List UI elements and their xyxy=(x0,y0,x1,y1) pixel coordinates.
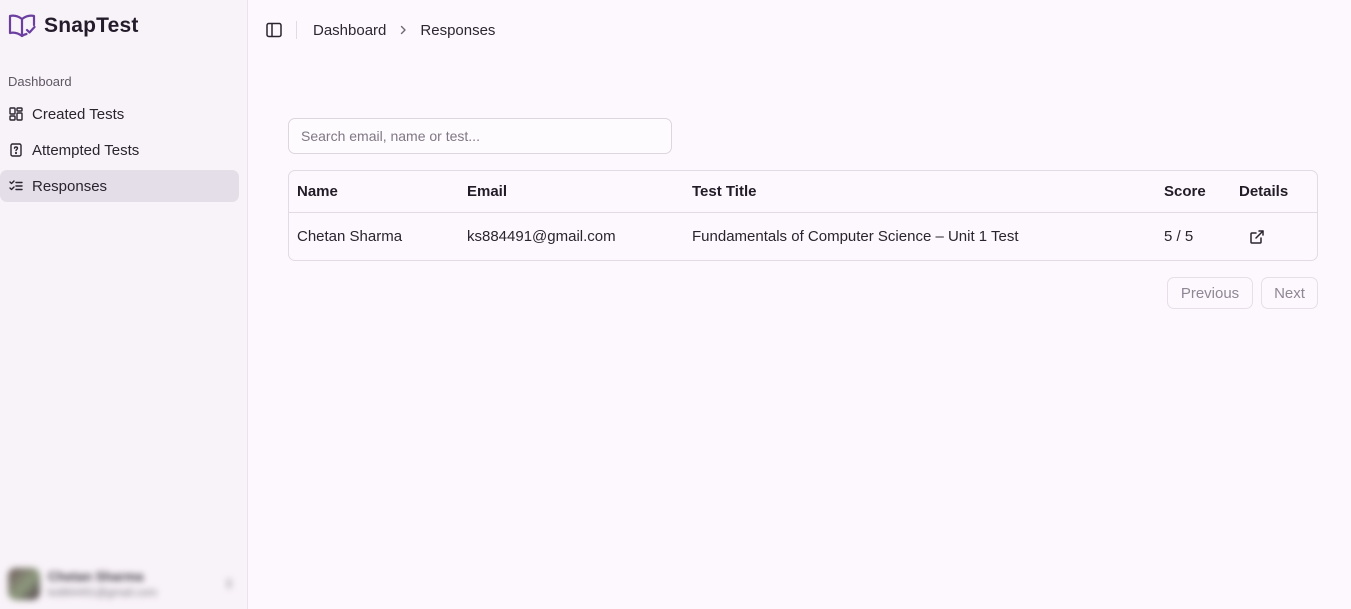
sidebar-toggle-icon[interactable] xyxy=(265,21,283,39)
sidebar-item-label: Created Tests xyxy=(32,105,125,123)
sidebar-section-label: Dashboard xyxy=(8,74,72,89)
breadcrumb-dashboard-link[interactable]: Dashboard xyxy=(313,22,386,39)
app-logo[interactable]: SnapTest xyxy=(8,12,139,40)
app-name: SnapTest xyxy=(44,14,139,37)
cell-score: 5 / 5 xyxy=(1164,227,1194,245)
sidebar-item-created-tests[interactable]: Created Tests xyxy=(0,98,239,130)
book-check-logo-icon xyxy=(8,14,36,38)
cell-test-title: Fundamentals of Computer Science – Unit … xyxy=(692,227,1019,245)
responses-table: Name Email Test Title Score Details Chet… xyxy=(288,170,1318,261)
user-name: Chetan Sharma xyxy=(48,569,144,584)
sidebar-item-label: Attempted Tests xyxy=(32,141,140,159)
column-header-name: Name xyxy=(289,171,459,213)
chevron-right-icon xyxy=(401,25,407,35)
user-email: ks884491@gmail.com xyxy=(48,587,157,599)
breadcrumb: Dashboard Responses xyxy=(313,21,495,39)
search-input[interactable] xyxy=(288,118,672,154)
table-header-row: Name Email Test Title Score Details xyxy=(289,171,1317,213)
sidebar-item-label: Responses xyxy=(32,177,108,195)
cell-name: Chetan Sharma xyxy=(297,227,403,245)
column-header-test-title: Test Title xyxy=(684,171,1156,213)
file-question-icon xyxy=(10,143,22,157)
breadcrumb-current-page: Responses xyxy=(420,21,496,39)
table-row: Chetan Sharma ks884491@gmail.com Fundame… xyxy=(289,212,1317,260)
column-header-score: Score xyxy=(1156,171,1231,213)
avatar xyxy=(8,568,40,600)
column-header-email: Email xyxy=(459,171,684,213)
list-checks-icon xyxy=(9,180,23,191)
previous-page-button[interactable]: Previous xyxy=(1167,277,1253,309)
layout-grid-icon xyxy=(9,107,23,121)
external-link-icon[interactable] xyxy=(1249,229,1265,245)
cell-email: ks884491@gmail.com xyxy=(467,227,616,245)
sidebar-item-responses[interactable]: Responses xyxy=(0,170,239,202)
chevrons-up-down-icon: ⇕ xyxy=(223,577,234,591)
next-page-button[interactable]: Next xyxy=(1261,277,1318,309)
topbar-divider xyxy=(296,21,297,39)
cell-details xyxy=(1231,212,1317,260)
sidebar-item-attempted-tests[interactable]: Attempted Tests xyxy=(0,134,239,166)
column-header-details: Details xyxy=(1231,171,1317,213)
user-menu[interactable]: Chetan Sharma ks884491@gmail.com ⇕ xyxy=(8,566,234,602)
sidebar: SnapTest Dashboard Created Tests Attempt… xyxy=(0,0,248,609)
